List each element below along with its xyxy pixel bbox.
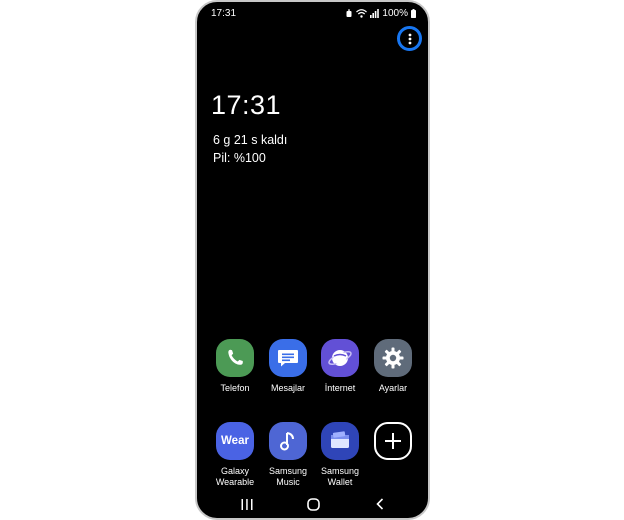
app-label: Ayarlar xyxy=(378,383,408,393)
recent-apps-icon xyxy=(241,498,253,510)
recent-apps-button[interactable] xyxy=(237,496,257,512)
app-internet[interactable]: İnternet xyxy=(313,339,367,394)
app-galaxy-wearable[interactable]: Wear Galaxy Wearable xyxy=(208,422,262,488)
app-samsung-wallet[interactable]: Samsung Wallet xyxy=(313,422,367,488)
app-telefon[interactable]: Telefon xyxy=(208,339,262,394)
app-label: Mesajlar xyxy=(270,383,305,393)
internet-icon xyxy=(321,339,359,377)
alarm-icon xyxy=(346,9,352,17)
battery-level-text: Pil: %100 xyxy=(213,151,266,165)
app-ayarlar[interactable]: Ayarlar xyxy=(366,339,420,394)
more-vertical-icon xyxy=(408,33,411,44)
battery-icon xyxy=(411,9,416,18)
status-icons: 100% xyxy=(345,8,416,19)
app-label: İnternet xyxy=(324,383,356,393)
phone-icon xyxy=(216,339,254,377)
status-time: 17:31 xyxy=(211,8,237,19)
battery-remaining-text: 6 g 21 s kaldı xyxy=(213,133,288,147)
back-icon xyxy=(376,498,384,510)
home-icon xyxy=(306,497,320,511)
signal-icon xyxy=(370,9,380,18)
phone-screen: 17:31 100% 17:31 6 g 21 s kaldı Pil: %10… xyxy=(195,0,430,520)
back-button[interactable] xyxy=(370,496,390,512)
more-options-button[interactable] xyxy=(397,26,422,51)
wallet-icon xyxy=(321,422,359,460)
add-shortcut-button[interactable] xyxy=(366,422,420,466)
music-icon xyxy=(269,422,307,460)
navigation-bar xyxy=(197,492,428,518)
wifi-icon xyxy=(356,9,368,18)
status-bar: 17:31 100% xyxy=(197,2,428,22)
lock-clock: 17:31 xyxy=(211,90,282,120)
app-label: Galaxy Wearable xyxy=(215,466,255,487)
app-label: Telefon xyxy=(220,383,250,393)
app-samsung-music[interactable]: Samsung Music xyxy=(261,422,315,488)
home-button[interactable] xyxy=(303,496,323,512)
wear-icon-text: Wear xyxy=(221,435,249,447)
app-label: Samsung Music xyxy=(268,466,308,487)
messages-icon xyxy=(269,339,307,377)
app-mesajlar[interactable]: Mesajlar xyxy=(261,339,315,394)
add-icon xyxy=(374,422,412,460)
settings-icon xyxy=(374,339,412,377)
battery-percent: 100% xyxy=(382,8,408,19)
app-label: Samsung Wallet xyxy=(320,466,360,487)
wear-icon: Wear xyxy=(216,422,254,460)
